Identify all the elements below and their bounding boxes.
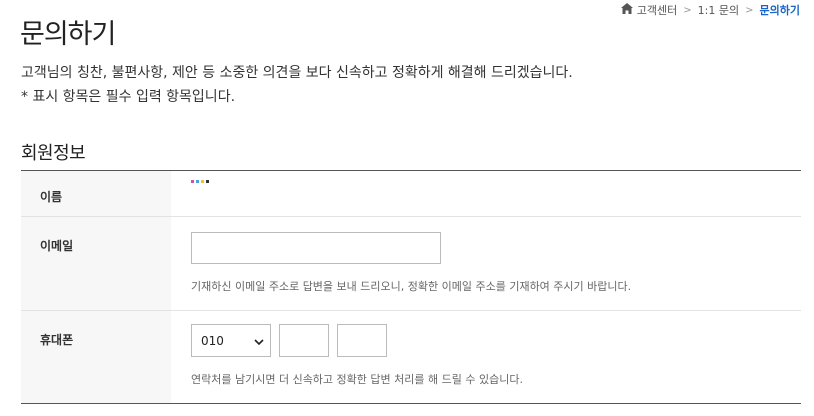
- section-title: 회원정보: [21, 143, 86, 164]
- masked-dot: [196, 180, 199, 183]
- email-help-text: 기재하신 이메일 주소로 답변을 보내 드리오니, 정확한 이메일 주소를 기재…: [191, 280, 632, 293]
- breadcrumb-home[interactable]: 고객센터: [637, 2, 677, 18]
- name-row: 이름: [21, 171, 801, 217]
- phone-middle-input[interactable]: [279, 324, 329, 357]
- intro-required-note: * 표시 항목은 필수 입력 항목입니다.: [21, 89, 236, 105]
- member-info-table: 이름 이메일 기재하신 이메일 주소로 답변을 보내 드리오니, 정확한 이메일…: [21, 170, 801, 404]
- phone-last-input[interactable]: [337, 324, 387, 357]
- email-value: 기재하신 이메일 주소로 답변을 보내 드리오니, 정확한 이메일 주소를 기재…: [171, 217, 801, 310]
- masked-dot: [206, 180, 209, 183]
- name-label: 이름: [21, 171, 171, 216]
- breadcrumb-item[interactable]: 1:1 문의: [698, 2, 739, 18]
- masked-dot: [201, 180, 204, 183]
- phone-fields: 010: [191, 324, 801, 357]
- phone-prefix-select[interactable]: 010: [191, 324, 271, 357]
- masked-dot: [191, 180, 194, 183]
- chevron-right-icon: >: [745, 4, 754, 16]
- phone-row: 휴대폰 010 연락처를 남기시면 더 신속하고 정확한 답변 처리를 해 드릴…: [21, 311, 801, 404]
- email-label: 이메일: [21, 217, 171, 310]
- email-row: 이메일 기재하신 이메일 주소로 답변을 보내 드리오니, 정확한 이메일 주소…: [21, 217, 801, 311]
- intro-text: 고객님의 칭찬, 불편사항, 제안 등 소중한 의견을 보다 신속하고 정확하게…: [21, 61, 573, 109]
- phone-value: 010 연락처를 남기시면 더 신속하고 정확한 답변 처리를 해 드릴 수 있…: [171, 311, 801, 403]
- chevron-right-icon: >: [683, 4, 692, 16]
- intro-line: 고객님의 칭찬, 불편사항, 제안 등 소중한 의견을 보다 신속하고 정확하게…: [21, 65, 573, 81]
- phone-prefix-value: 010: [201, 333, 224, 348]
- phone-label: 휴대폰: [21, 311, 171, 403]
- phone-help-text: 연락처를 남기시면 더 신속하고 정확한 답변 처리를 해 드릴 수 있습니다.: [191, 373, 523, 386]
- page-title: 문의하기: [20, 19, 116, 50]
- breadcrumb: 고객센터 > 1:1 문의 > 문의하기: [620, 2, 800, 18]
- email-input[interactable]: [191, 232, 441, 264]
- breadcrumb-current: 문의하기: [759, 4, 800, 17]
- name-value: [171, 171, 801, 216]
- home-icon[interactable]: [620, 3, 633, 17]
- masked-name: [191, 180, 801, 183]
- chevron-down-icon: [254, 334, 264, 348]
